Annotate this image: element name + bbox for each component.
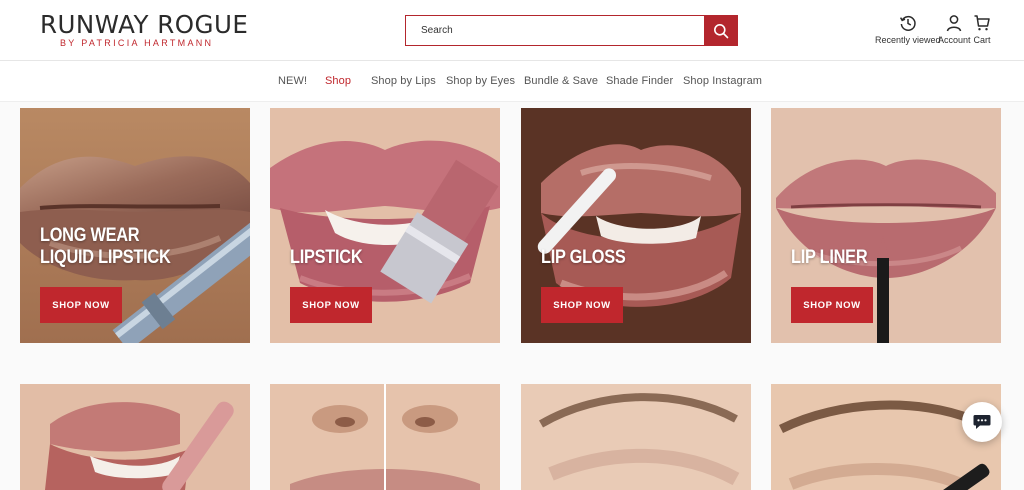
gloss-lips-image (20, 384, 250, 490)
main-nav: NEW! Shop Shop by Lips Shop by Eyes Bund… (0, 61, 1024, 102)
nav-item-bundle-save[interactable]: Bundle & Save (524, 75, 598, 87)
chat-bubble-icon (973, 415, 991, 429)
account-button[interactable]: Account (938, 14, 971, 48)
recently-viewed-button[interactable]: Recently viewed (875, 14, 941, 48)
category-tile-6[interactable] (270, 384, 500, 490)
shop-now-button-lip-gloss[interactable]: SHOP NOW (541, 287, 623, 323)
nav-item-shop-by-eyes[interactable]: Shop by Eyes (446, 75, 515, 87)
category-title-line-2: LIQUID LIPSTICK (40, 247, 171, 268)
brand-logo[interactable]: RUNWAY ROGUE BY PATRICIA HARTMANN (40, 10, 262, 50)
category-title-lip-liner: LIP LINER (791, 247, 868, 268)
nav-item-shop-by-lips[interactable]: Shop by Lips (371, 75, 436, 87)
search-button[interactable] (704, 16, 737, 45)
category-title-lipstick: LIPSTICK (290, 247, 363, 268)
category-title-line-1: LONG WEAR (40, 225, 140, 246)
category-tile-lip-gloss[interactable]: LIP GLOSS SHOP NOW (521, 108, 751, 343)
nose-lips-image (270, 384, 500, 490)
shop-now-button-liquid-lipstick[interactable]: SHOP NOW (40, 287, 122, 323)
category-tile-5[interactable] (20, 384, 250, 490)
category-tile-liquid-lipstick[interactable]: LONG WEAR LIQUID LIPSTICK SHOP NOW (20, 108, 250, 343)
category-tile-lip-liner[interactable]: LIP LINER SHOP NOW (771, 108, 1001, 343)
brand-tagline: BY PATRICIA HARTMANN (60, 38, 214, 48)
nav-item-shop[interactable]: Shop (325, 75, 351, 87)
account-label: Account (938, 35, 971, 45)
user-icon (947, 15, 962, 32)
category-tile-7[interactable] (521, 384, 751, 490)
search-icon (713, 23, 728, 38)
cart-button[interactable]: Cart (973, 14, 991, 48)
nav-item-shop-instagram[interactable]: Shop Instagram (683, 75, 762, 87)
chat-button[interactable] (962, 402, 1002, 442)
nav-item-new[interactable]: NEW! (278, 75, 307, 87)
brand-name: RUNWAY ROGUE (40, 10, 249, 39)
category-title-lip-gloss: LIP GLOSS (541, 247, 626, 268)
shop-now-button-lip-liner[interactable]: SHOP NOW (791, 287, 873, 323)
shop-now-button-lipstick[interactable]: SHOP NOW (290, 287, 372, 323)
eye-mascara-image (771, 384, 1001, 490)
category-tile-8[interactable] (771, 384, 1001, 490)
category-title-liquid-lipstick: LONG WEAR LIQUID LIPSTICK (40, 225, 171, 269)
shopping-bag-icon (974, 15, 990, 31)
category-tile-lipstick[interactable]: LIPSTICK SHOP NOW (270, 108, 500, 343)
search-input[interactable] (406, 16, 704, 45)
history-icon (899, 15, 916, 31)
nav-item-shade-finder[interactable]: Shade Finder (606, 75, 673, 87)
search-bar (405, 15, 738, 46)
eye-image (521, 384, 751, 490)
cart-label: Cart (973, 35, 991, 45)
site-header: RUNWAY ROGUE BY PATRICIA HARTMANN Recent… (0, 0, 1024, 61)
recently-viewed-label: Recently viewed (875, 35, 941, 45)
